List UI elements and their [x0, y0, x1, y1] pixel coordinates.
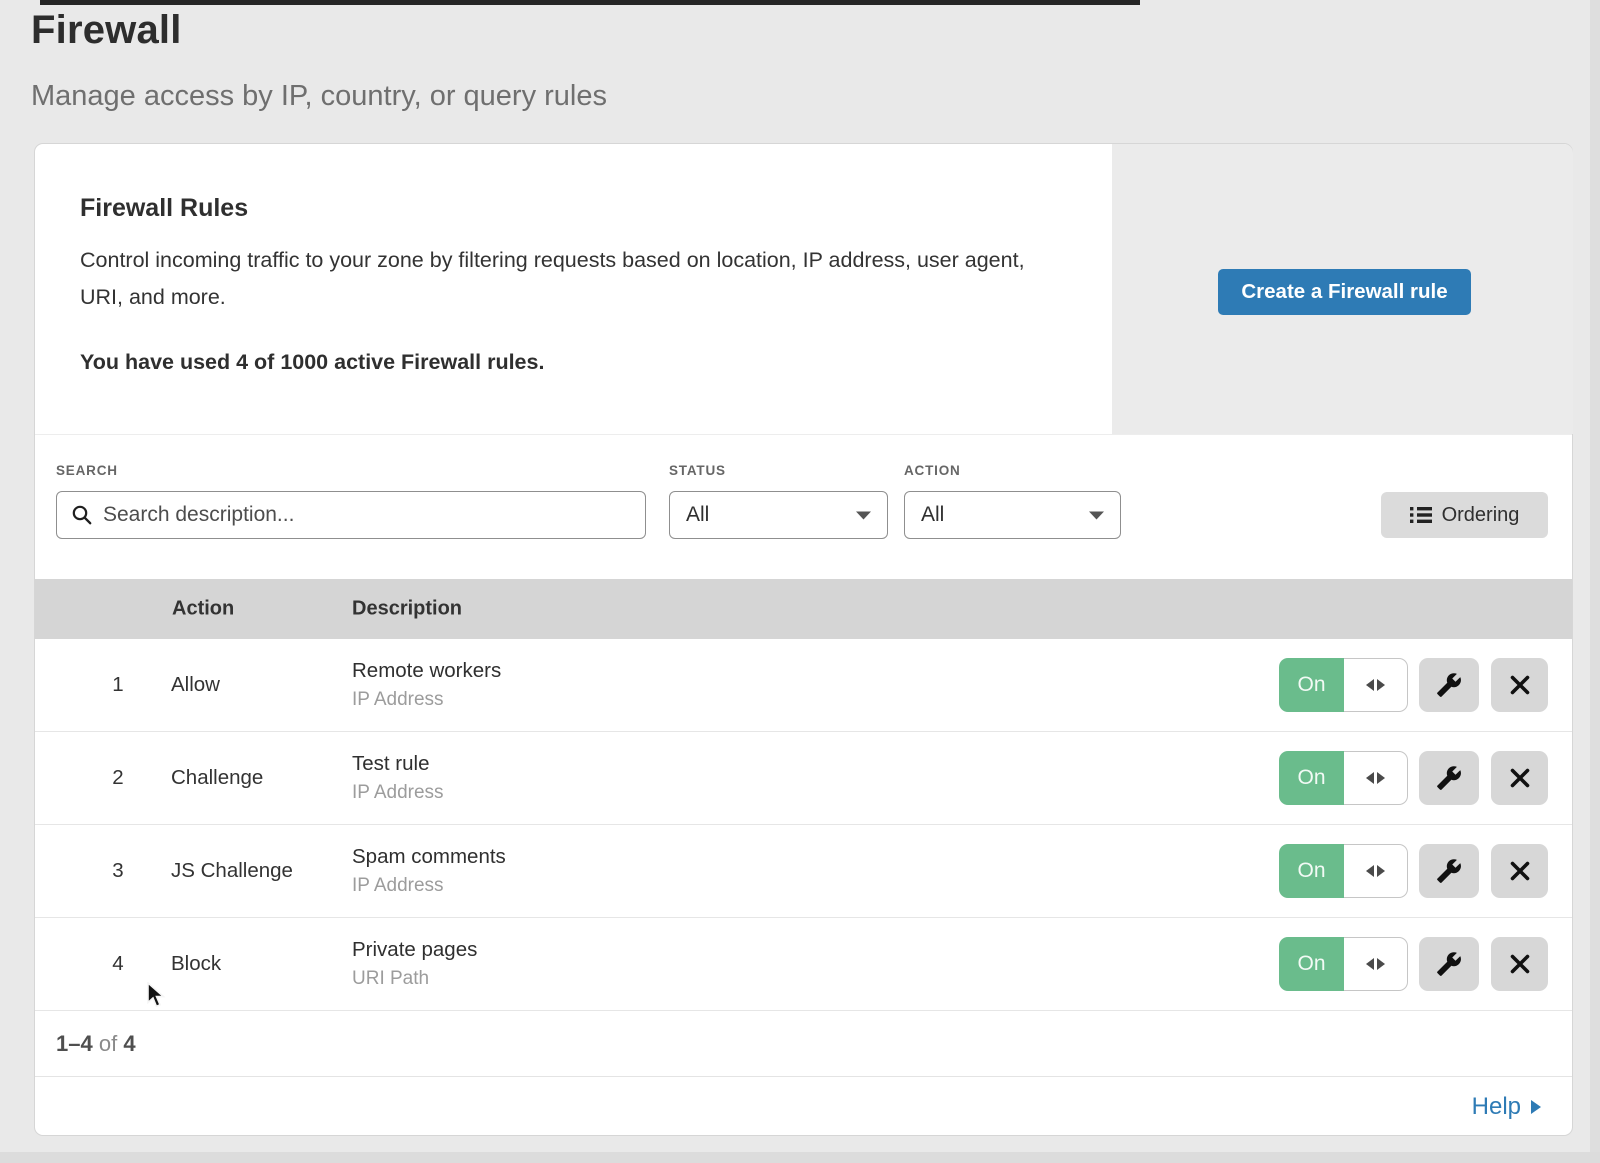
- rule-description-title: Test rule: [352, 752, 444, 776]
- ordering-button[interactable]: Ordering: [1381, 492, 1548, 538]
- table-row: 3 JS Challenge Spam comments IP Address …: [35, 825, 1572, 918]
- rule-priority: 4: [101, 952, 135, 976]
- search-icon: [71, 504, 93, 526]
- delete-rule-button[interactable]: [1491, 658, 1548, 712]
- table-row: 1 Allow Remote workers IP Address On: [35, 639, 1572, 732]
- table-header: Action Description: [35, 579, 1572, 639]
- delete-rule-button[interactable]: [1491, 937, 1548, 991]
- create-rule-panel: Create a Firewall rule: [1112, 144, 1573, 434]
- rule-priority: 1: [101, 673, 135, 697]
- toggle-on-segment[interactable]: On: [1279, 658, 1344, 712]
- rule-match-field: URI Path: [352, 968, 477, 990]
- page-subtitle: Manage access by IP, country, or query r…: [31, 80, 607, 113]
- status-label: STATUS: [669, 463, 726, 478]
- pagination-range: 1–4 of 4: [56, 1031, 136, 1057]
- toggle-arrows-icon: [1366, 958, 1385, 970]
- firewall-rules-card: Create a Firewall rule Firewall Rules Co…: [34, 143, 1573, 1136]
- close-icon: [1508, 673, 1532, 697]
- rule-description: Spam comments IP Address: [352, 845, 506, 897]
- action-dropdown[interactable]: All: [904, 491, 1121, 539]
- rules-list: 1 Allow Remote workers IP Address On: [35, 639, 1572, 1011]
- ordering-button-label: Ordering: [1442, 504, 1520, 527]
- pagination-total: 4: [123, 1031, 135, 1056]
- close-icon: [1508, 859, 1532, 883]
- chevron-down-icon: [856, 510, 871, 520]
- status-dropdown[interactable]: All: [669, 491, 888, 539]
- rule-enabled-toggle[interactable]: On: [1279, 844, 1408, 898]
- rule-enabled-toggle[interactable]: On: [1279, 937, 1408, 991]
- rule-enabled-toggle[interactable]: On: [1279, 751, 1408, 805]
- wrench-icon: [1436, 858, 1462, 884]
- rule-action: Allow: [171, 673, 220, 697]
- toggle-arrows-icon: [1366, 679, 1385, 691]
- rule-match-field: IP Address: [352, 875, 506, 897]
- delete-rule-button[interactable]: [1491, 751, 1548, 805]
- wrench-icon: [1436, 672, 1462, 698]
- toggle-arrows-icon: [1366, 772, 1385, 784]
- action-dropdown-value: All: [921, 503, 944, 527]
- edit-rule-button[interactable]: [1419, 658, 1479, 712]
- edit-rule-button[interactable]: [1419, 751, 1479, 805]
- toggle-arrows-segment[interactable]: [1344, 658, 1408, 712]
- rule-description-title: Remote workers: [352, 659, 501, 683]
- rule-description-title: Private pages: [352, 938, 477, 962]
- rule-action: Challenge: [171, 766, 263, 790]
- rule-description: Private pages URI Path: [352, 938, 477, 990]
- rule-description: Test rule IP Address: [352, 752, 444, 804]
- pagination-range-values: 1–4: [56, 1031, 93, 1056]
- edit-rule-button[interactable]: [1419, 937, 1479, 991]
- action-label: ACTION: [904, 463, 961, 478]
- card-footer: Help: [35, 1076, 1572, 1136]
- column-header-action: Action: [172, 598, 234, 621]
- toggle-on-segment[interactable]: On: [1279, 844, 1344, 898]
- rule-priority: 3: [101, 859, 135, 883]
- toggle-on-segment[interactable]: On: [1279, 937, 1344, 991]
- rule-match-field: IP Address: [352, 689, 501, 711]
- rule-description-title: Spam comments: [352, 845, 506, 869]
- rule-enabled-toggle[interactable]: On: [1279, 658, 1408, 712]
- rule-match-field: IP Address: [352, 782, 444, 804]
- close-icon: [1508, 952, 1532, 976]
- column-header-description: Description: [352, 598, 462, 621]
- help-arrow-icon: [1530, 1099, 1542, 1115]
- search-input[interactable]: [93, 492, 645, 538]
- window-bottom-edge: [0, 1152, 1600, 1163]
- card-heading: Firewall Rules: [80, 194, 248, 223]
- rule-priority: 2: [101, 766, 135, 790]
- ordering-list-icon: [1410, 506, 1432, 524]
- rules-usage-note: You have used 4 of 1000 active Firewall …: [80, 350, 544, 375]
- card-description: Control incoming traffic to your zone by…: [80, 242, 1040, 316]
- pagination: 1–4 of 4: [35, 1011, 1572, 1076]
- delete-rule-button[interactable]: [1491, 844, 1548, 898]
- status-dropdown-value: All: [686, 503, 709, 527]
- toggle-arrows-segment[interactable]: [1344, 844, 1408, 898]
- window-top-edge: [40, 0, 1140, 5]
- rule-action: JS Challenge: [171, 859, 293, 883]
- search-box[interactable]: [56, 491, 646, 539]
- toggle-on-segment[interactable]: On: [1279, 751, 1344, 805]
- search-label: SEARCH: [56, 463, 118, 478]
- create-firewall-rule-button[interactable]: Create a Firewall rule: [1218, 269, 1471, 315]
- rule-action: Block: [171, 952, 221, 976]
- toggle-arrows-segment[interactable]: [1344, 751, 1408, 805]
- chevron-down-icon: [1089, 510, 1104, 520]
- table-row: 4 Block Private pages URI Path On: [35, 918, 1572, 1011]
- help-link-label: Help: [1472, 1093, 1521, 1121]
- edit-rule-button[interactable]: [1419, 844, 1479, 898]
- page-title: Firewall: [31, 8, 182, 53]
- pagination-of-text: of: [99, 1031, 117, 1056]
- toggle-arrows-icon: [1366, 865, 1385, 877]
- window-right-edge: [1590, 0, 1600, 1163]
- toggle-arrows-segment[interactable]: [1344, 937, 1408, 991]
- help-link[interactable]: Help: [1472, 1093, 1542, 1121]
- filter-bar: SEARCH STATUS ACTION All All: [35, 434, 1572, 579]
- wrench-icon: [1436, 951, 1462, 977]
- wrench-icon: [1436, 765, 1462, 791]
- rule-description: Remote workers IP Address: [352, 659, 501, 711]
- close-icon: [1508, 766, 1532, 790]
- table-row: 2 Challenge Test rule IP Address On: [35, 732, 1572, 825]
